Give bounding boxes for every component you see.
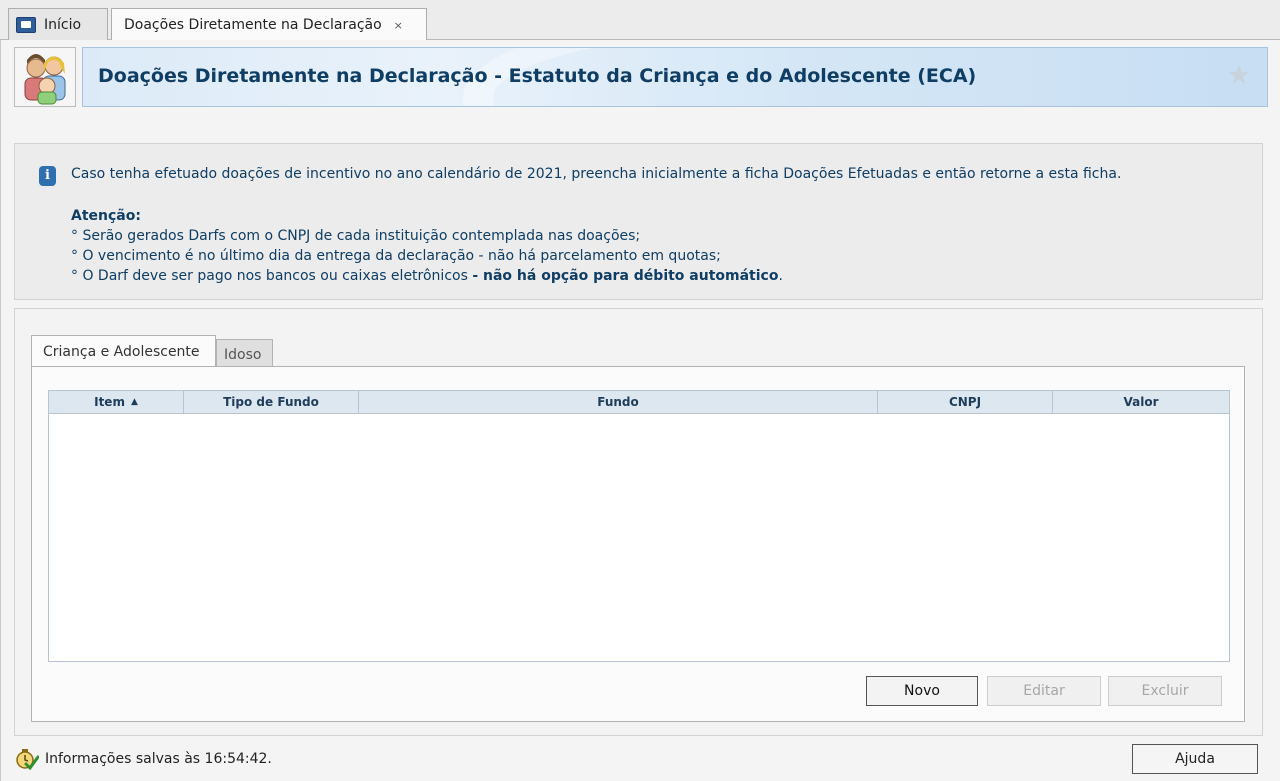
status-bar: Informações salvas às 16:54:42. (15, 747, 272, 771)
column-header-item[interactable]: Item ▲ (49, 391, 184, 413)
status-text: Informações salvas às 16:54:42. (45, 751, 272, 767)
saved-clock-icon (16, 749, 39, 771)
editar-button[interactable]: Editar (987, 676, 1101, 706)
tab-idoso-label: Idoso (224, 346, 262, 363)
novo-button[interactable]: Novo (866, 676, 978, 706)
help-button[interactable]: Ajuda (1132, 744, 1258, 774)
attention-bullet-1: ° Serão gerados Darfs com o CNPJ de cada… (71, 228, 641, 244)
info-icon: i (39, 166, 56, 186)
tab-inicio-label: Início (44, 16, 82, 33)
page-title: Doações Diretamente na Declaração - Esta… (98, 65, 977, 87)
column-header-valor[interactable]: Valor (1053, 391, 1229, 413)
tab-crianca-adolescente[interactable]: Criança e Adolescente (31, 335, 216, 367)
attention-bullet-3: ° O Darf deve ser pago nos bancos ou cai… (71, 268, 783, 284)
tab-content: Item ▲ Tipo de Fundo Fundo CNPJ Valor Nov… (31, 366, 1245, 722)
tab-crianca-label: Criança e Adolescente (43, 343, 200, 360)
tab-doacoes-label: Doações Diretamente na Declaração (124, 17, 382, 33)
tab-doacoes-declaracao[interactable]: Doações Diretamente na Declaração × (111, 8, 427, 41)
table-header: Item ▲ Tipo de Fundo Fundo CNPJ Valor (49, 391, 1229, 414)
column-header-fundo[interactable]: Fundo (359, 391, 878, 413)
tab-inicio[interactable]: Início (8, 8, 108, 40)
content-area: Doações Diretamente na Declaração - Esta… (0, 40, 1280, 781)
info-box: i Caso tenha efetuado doações de incenti… (14, 143, 1263, 300)
info-text: Caso tenha efetuado doações de incentivo… (71, 166, 1122, 182)
attention-title: Atenção: (71, 208, 141, 224)
attention-bullet-2: ° O vencimento é no último dia da entreg… (71, 248, 721, 264)
tabs-panel: Criança e Adolescente Idoso Item ▲ Tipo d… (14, 308, 1263, 736)
excluir-button[interactable]: Excluir (1108, 676, 1222, 706)
page-header: Doações Diretamente na Declaração - Esta… (82, 47, 1268, 107)
donations-table[interactable]: Item ▲ Tipo de Fundo Fundo CNPJ Valor (48, 390, 1230, 662)
sort-up-icon: ▲ (130, 397, 138, 407)
attention-block: Atenção: ° Serão gerados Darfs com o CNP… (71, 206, 783, 286)
children-icon (14, 47, 76, 107)
window-tab-bar: Início Doações Diretamente na Declaração… (0, 0, 1280, 41)
tab-idoso[interactable]: Idoso (216, 339, 273, 369)
close-icon[interactable]: × (394, 19, 403, 32)
home-icon (16, 16, 36, 33)
star-icon[interactable]: ★ (1227, 60, 1251, 91)
column-header-tipo-fundo[interactable]: Tipo de Fundo (184, 391, 359, 413)
column-header-cnpj[interactable]: CNPJ (878, 391, 1053, 413)
